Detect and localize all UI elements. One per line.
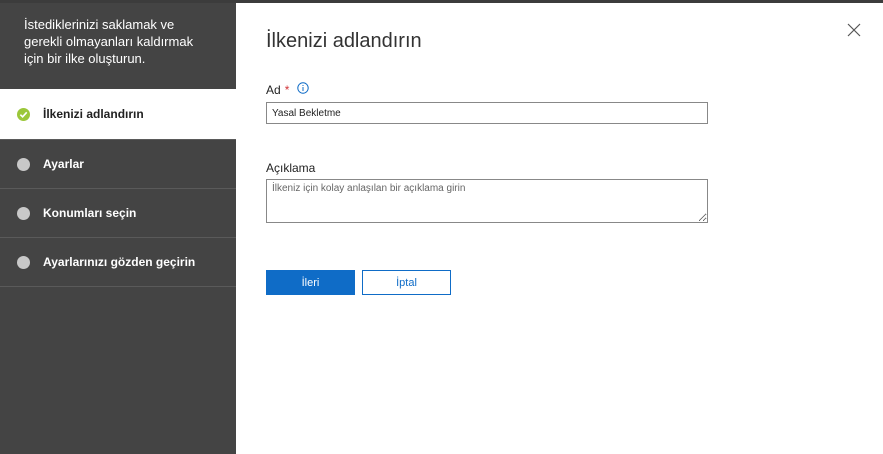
pending-dot-icon xyxy=(17,206,30,220)
step-choose-locations[interactable]: Konumları seçin xyxy=(0,188,236,237)
description-field-label: Açıklama xyxy=(266,161,316,175)
pending-dot-icon xyxy=(17,255,30,269)
divider xyxy=(0,286,236,287)
cancel-button[interactable]: İptal xyxy=(362,270,451,295)
name-field-label-row: Ad * xyxy=(266,82,310,97)
check-icon xyxy=(17,107,30,121)
step-review-settings[interactable]: Ayarlarınızı gözden geçirin xyxy=(0,237,236,286)
main-panel: İlkenizi adlandırın Ad * Açıklama İleri … xyxy=(236,3,883,454)
name-input[interactable] xyxy=(266,102,708,124)
name-field-label: Ad xyxy=(266,82,281,97)
step-settings[interactable]: Ayarlar xyxy=(0,139,236,188)
step-label: İlkenizi adlandırın xyxy=(43,107,144,121)
step-name-policy[interactable]: İlkenizi adlandırın xyxy=(0,89,236,139)
next-button[interactable]: İleri xyxy=(266,270,355,295)
wizard-sidebar: İstediklerinizi saklamak ve gerekli olma… xyxy=(0,3,236,454)
step-label: Ayarlarınızı gözden geçirin xyxy=(43,255,196,269)
step-label: Ayarlar xyxy=(43,157,84,171)
wizard-steps: İlkenizi adlandırın Ayarlar Konumları se… xyxy=(0,89,236,287)
page-title: İlkenizi adlandırın xyxy=(266,30,422,52)
close-icon[interactable] xyxy=(847,23,861,37)
step-label: Konumları seçin xyxy=(43,206,137,220)
required-mark: * xyxy=(284,82,290,97)
info-icon[interactable] xyxy=(297,82,310,97)
pending-dot-icon xyxy=(17,157,30,171)
description-textarea[interactable] xyxy=(266,179,708,223)
sidebar-header-text: İstediklerinizi saklamak ve gerekli olma… xyxy=(24,17,194,66)
